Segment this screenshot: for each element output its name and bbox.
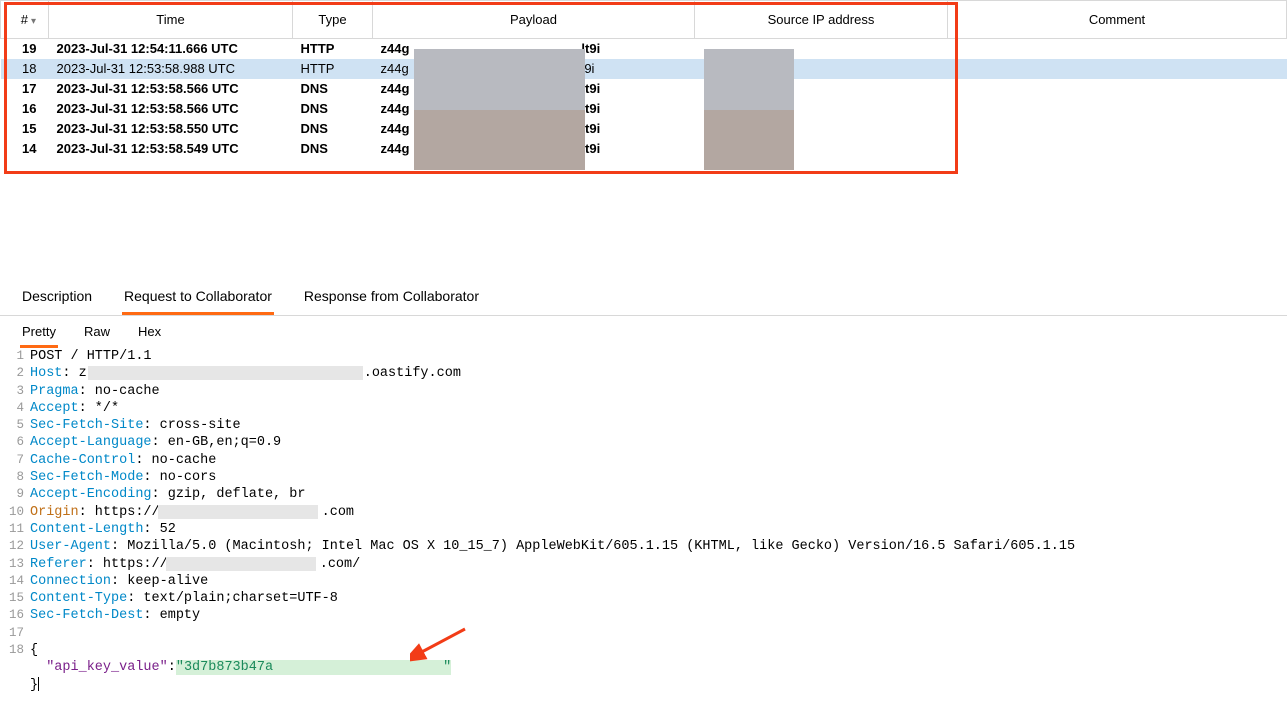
tab-description[interactable]: Description: [20, 284, 94, 315]
view-subtabs: Pretty Raw Hex: [0, 316, 1287, 348]
col-header-time[interactable]: Time: [49, 1, 293, 39]
cell-type: HTTP: [293, 39, 373, 59]
line-number: 8: [0, 469, 30, 486]
subtab-pretty[interactable]: Pretty: [20, 322, 58, 348]
header-user-agent: User-Agent: Mozilla/5.0 (Macintosh; Inte…: [30, 538, 1075, 555]
table-row[interactable]: 172023-Jul-31 12:53:58.566 UTCDNSz44glt9…: [1, 79, 1287, 99]
cell-number: 19: [1, 39, 49, 59]
header-cache-control: Cache-Control: no-cache: [30, 452, 216, 469]
line-number: 9: [0, 486, 30, 503]
line-number: 11: [0, 521, 30, 538]
cell-type: HTTP: [293, 59, 373, 79]
cell-time: 2023-Jul-31 12:53:58.549 UTC: [49, 139, 293, 159]
redaction-block: [414, 49, 585, 110]
col-header-type[interactable]: Type: [293, 1, 373, 39]
detail-tabs: Description Request to Collaborator Resp…: [0, 278, 1287, 316]
body-kv: "api_key_value":"3d7b873b47a": [30, 659, 451, 676]
redaction-block: [704, 49, 794, 110]
body-open-brace: {: [30, 642, 38, 659]
cell-comment: [948, 119, 1287, 139]
table-row[interactable]: 152023-Jul-31 12:53:58.550 UTCDNSz44glt9…: [1, 119, 1287, 139]
redaction-block: [704, 110, 794, 170]
line-number: 2: [0, 365, 30, 382]
cell-type: DNS: [293, 99, 373, 119]
line-number: 6: [0, 434, 30, 451]
header-content-length: Content-Length: 52: [30, 521, 176, 538]
subtab-hex[interactable]: Hex: [136, 322, 163, 348]
blank-line: [30, 625, 38, 642]
col-header-source-ip[interactable]: Source IP address: [695, 1, 948, 39]
line-number: 3: [0, 383, 30, 400]
header-content-type: Content-Type: text/plain;charset=UTF-8: [30, 590, 338, 607]
line-number: [0, 677, 30, 694]
cell-type: DNS: [293, 119, 373, 139]
redaction-block: [88, 366, 363, 380]
cell-comment: [948, 99, 1287, 119]
line-number: 4: [0, 400, 30, 417]
redaction-block: [158, 505, 318, 519]
cell-comment: [948, 79, 1287, 99]
table-row[interactable]: 192023-Jul-31 12:54:11.666 UTCHTTPz44glt…: [1, 39, 1287, 59]
line-number: 7: [0, 452, 30, 469]
cell-type: DNS: [293, 139, 373, 159]
header-referer: Referer: https://.com/: [30, 556, 360, 573]
redaction-block: [414, 110, 585, 170]
header-origin: Origin: https://.com: [30, 504, 354, 521]
header-accept: Accept: */*: [30, 400, 119, 417]
tab-response-from-collaborator[interactable]: Response from Collaborator: [302, 284, 481, 315]
cell-number: 14: [1, 139, 49, 159]
line-number: [0, 659, 30, 676]
line-number: 10: [0, 504, 30, 521]
cell-time: 2023-Jul-31 12:53:58.550 UTC: [49, 119, 293, 139]
line-number: 14: [0, 573, 30, 590]
cell-number: 17: [1, 79, 49, 99]
table-row[interactable]: 142023-Jul-31 12:53:58.549 UTCDNSz44glt9…: [1, 139, 1287, 159]
cell-comment: [948, 39, 1287, 59]
col-header-number[interactable]: #▾: [1, 1, 49, 39]
header-accept-encoding: Accept-Encoding: gzip, deflate, br: [30, 486, 305, 503]
line-number: 16: [0, 607, 30, 624]
cell-time: 2023-Jul-31 12:53:58.566 UTC: [49, 79, 293, 99]
line-number: 13: [0, 556, 30, 573]
body-close-brace: }: [30, 677, 39, 694]
subtab-raw[interactable]: Raw: [82, 322, 112, 348]
header-host: Host: z.oastify.com: [30, 365, 461, 382]
table-header-row: #▾ Time Type Payload Source IP address C…: [1, 1, 1287, 39]
header-accept-language: Accept-Language: en-GB,en;q=0.9: [30, 434, 281, 451]
header-sec-fetch-site: Sec-Fetch-Site: cross-site: [30, 417, 241, 434]
header-connection: Connection: keep-alive: [30, 573, 208, 590]
table-row[interactable]: 182023-Jul-31 12:53:58.988 UTCHTTPz44gt9…: [1, 59, 1287, 79]
interactions-table: #▾ Time Type Payload Source IP address C…: [0, 0, 1287, 159]
table-row[interactable]: 162023-Jul-31 12:53:58.566 UTCDNSz44glt9…: [1, 99, 1287, 119]
col-header-comment[interactable]: Comment: [948, 1, 1287, 39]
request-line: POST / HTTP/1.1: [30, 348, 152, 365]
chevron-down-icon: ▾: [31, 16, 36, 27]
col-header-payload[interactable]: Payload: [373, 1, 695, 39]
header-sec-fetch-dest: Sec-Fetch-Dest: empty: [30, 607, 200, 624]
cell-time: 2023-Jul-31 12:53:58.566 UTC: [49, 99, 293, 119]
text-caret: [38, 677, 39, 691]
line-number: 1: [0, 348, 30, 365]
line-number: 5: [0, 417, 30, 434]
line-number: 17: [0, 625, 30, 642]
http-request-editor[interactable]: 1POST / HTTP/1.1 2Host: z.oastify.com 3P…: [0, 348, 1287, 704]
tab-request-to-collaborator[interactable]: Request to Collaborator: [122, 284, 274, 315]
line-number: 12: [0, 538, 30, 555]
redaction-block: [166, 557, 316, 571]
header-sec-fetch-mode: Sec-Fetch-Mode: no-cors: [30, 469, 216, 486]
line-number: 18: [0, 642, 30, 659]
cell-type: DNS: [293, 79, 373, 99]
cell-time: 2023-Jul-31 12:54:11.666 UTC: [49, 39, 293, 59]
cell-comment: [948, 59, 1287, 79]
line-number: 15: [0, 590, 30, 607]
cell-comment: [948, 139, 1287, 159]
cell-time: 2023-Jul-31 12:53:58.988 UTC: [49, 59, 293, 79]
header-pragma: Pragma: no-cache: [30, 383, 160, 400]
cell-number: 15: [1, 119, 49, 139]
cell-number: 18: [1, 59, 49, 79]
cell-number: 16: [1, 99, 49, 119]
